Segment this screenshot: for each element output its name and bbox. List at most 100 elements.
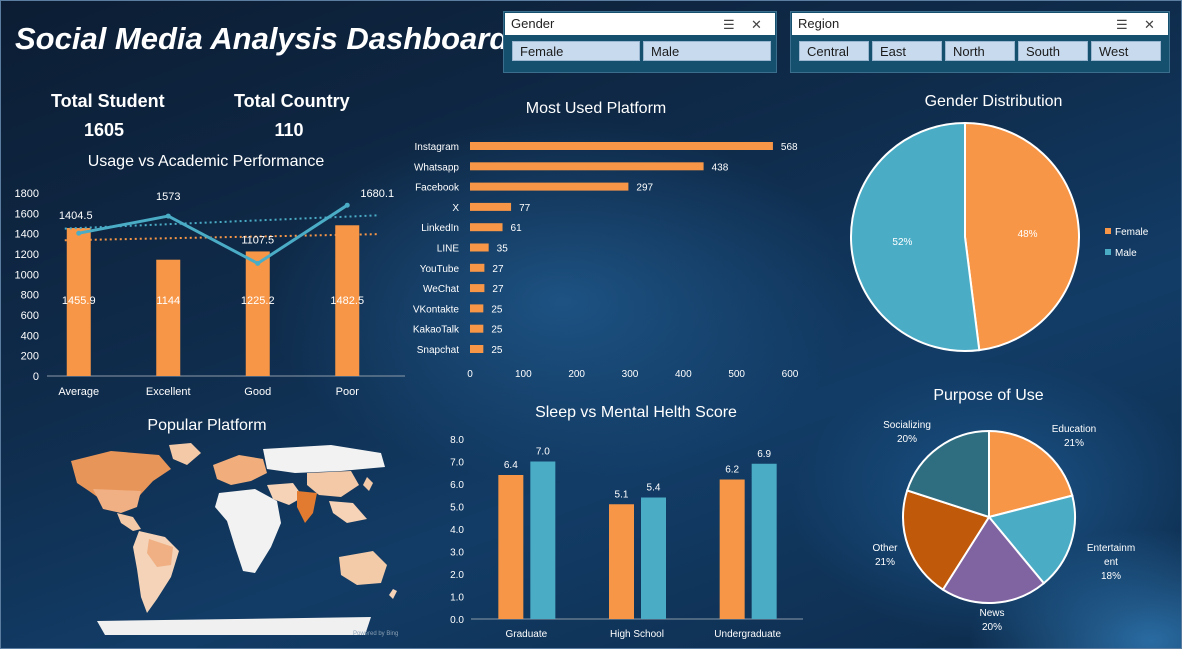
usage-bar: [156, 259, 181, 376]
usage-line-point: [344, 202, 350, 208]
region-option-south[interactable]: South: [1018, 41, 1088, 61]
platform-bar-label: 568: [781, 142, 798, 153]
total-student-value: 1605: [83, 120, 125, 140]
platform-xtick: 600: [782, 369, 799, 380]
usage-ytick: 1800: [15, 188, 39, 200]
usage-line-point: [255, 260, 261, 266]
map-antarctica: [97, 617, 371, 635]
usage-ytick: 400: [21, 330, 39, 342]
platform-xtick: 0: [467, 369, 473, 380]
clear-filter-icon[interactable]: ✕: [1144, 17, 1155, 33]
sleep-bar: [609, 504, 634, 619]
sleep-ytick: 6.0: [450, 480, 464, 491]
region-slicer-label: Region: [798, 16, 840, 31]
gender-chart: 48% 52% Female Male: [850, 121, 1149, 352]
usage-bar: [245, 251, 270, 376]
platform-xtick: 500: [728, 369, 745, 380]
map-se-asia: [329, 501, 367, 523]
usage-ytick: 1600: [15, 208, 39, 220]
sleep-bar: [530, 461, 556, 619]
platform-chart-title: Most Used Platform: [525, 100, 667, 117]
sleep-xtick: Graduate: [505, 629, 547, 640]
sleep-chart-title: Sleep vs Mental Helth Score: [535, 404, 737, 421]
sleep-ytick: 5.0: [450, 503, 464, 514]
platform-bar: [470, 142, 773, 150]
platform-bar: [470, 182, 629, 191]
region-slicer-header: Region ☰ ✕: [792, 13, 1168, 35]
usage-bar-label: 1144: [156, 295, 180, 307]
platform-category: KakaoTalk: [413, 325, 460, 336]
platform-chart: Instagram Whatsapp Facebook X LinkedIn LINE Yo…: [413, 142, 799, 380]
purpose-percent-label: 21%: [1064, 438, 1084, 449]
platform-bar-label: 61: [511, 223, 523, 234]
usage-line-label: 1573: [156, 191, 180, 203]
usage-line-point: [76, 230, 82, 236]
usage-ytick: 600: [21, 310, 39, 322]
region-option-central[interactable]: Central: [799, 41, 869, 61]
platform-xtick: 100: [515, 369, 532, 380]
sleep-ytick: 0.0: [450, 615, 464, 626]
gender-slicer-label: Gender: [511, 16, 555, 31]
gender-legend-swatch: [1105, 249, 1111, 255]
sleep-bar-label: 6.9: [757, 449, 771, 460]
region-option-west[interactable]: West: [1091, 41, 1161, 61]
sleep-chart: 0.0 1.0 2.0 3.0 4.0 5.0 6.0 7.0 8.0 Graduate High …: [450, 435, 803, 640]
platform-bar-label: 25: [491, 325, 503, 336]
map-new-zealand: [389, 589, 397, 599]
region-option-north[interactable]: North: [945, 41, 1015, 61]
platform-bar: [470, 243, 489, 252]
platform-category: WeChat: [423, 284, 459, 295]
purpose-category-label: News: [979, 608, 1004, 619]
platform-bar-label: 27: [492, 264, 504, 275]
region-option-east[interactable]: East: [872, 41, 942, 61]
gender-option-male[interactable]: Male: [643, 41, 771, 61]
usage-bar-label: 1455.9: [62, 295, 96, 307]
usage-line-label: 1680.1: [360, 188, 394, 200]
platform-bar-label: 297: [636, 183, 653, 194]
usage-ytick: 0: [33, 371, 39, 383]
platform-bar: [470, 263, 485, 272]
gender-chart-title: Gender Distribution: [924, 93, 1063, 110]
platform-category: Snapchat: [417, 345, 459, 356]
gender-slicer[interactable]: Gender ☰ ✕ Female Male: [503, 11, 777, 73]
purpose-percent-label: 20%: [897, 434, 917, 445]
gender-legend-label: Female: [1115, 227, 1149, 238]
usage-chart-title: Usage vs Academic Performance: [87, 153, 325, 170]
sleep-xtick: Undergraduate: [714, 629, 781, 640]
purpose-category-label: Education: [1052, 424, 1096, 435]
multi-select-icon[interactable]: ☰: [723, 17, 735, 33]
world-map: Powered by Bing: [71, 443, 398, 637]
region-slicer[interactable]: Region ☰ ✕ Central East North South West: [790, 11, 1170, 73]
gender-option-female[interactable]: Female: [512, 41, 640, 61]
sleep-ytick: 4.0: [450, 525, 464, 536]
purpose-percent-label: 21%: [875, 557, 895, 568]
usage-xtick: Excellent: [146, 386, 191, 398]
platform-bar-label: 25: [491, 345, 503, 356]
sleep-bar-label: 5.4: [647, 483, 661, 494]
platform-category: YouTube: [420, 264, 460, 275]
multi-select-icon[interactable]: ☰: [1116, 17, 1128, 33]
sleep-bar-label: 6.4: [504, 460, 518, 471]
sleep-bar: [641, 497, 666, 619]
usage-ytick: 1200: [15, 249, 39, 261]
platform-category: VKontakte: [413, 304, 460, 315]
platform-bar-label: 35: [497, 244, 509, 255]
platform-category: LINE: [437, 244, 460, 255]
usage-line-series: [78, 203, 349, 266]
map-russia: [263, 445, 385, 473]
platform-bar-label: 77: [519, 203, 531, 214]
sleep-ytick: 2.0: [450, 570, 464, 581]
platform-category: Whatsapp: [414, 162, 459, 173]
platform-category: LinkedIn: [421, 223, 459, 234]
total-country-label: Total Country: [234, 91, 350, 111]
clear-filter-icon[interactable]: ✕: [751, 17, 762, 33]
purpose-category-label: ent: [1104, 557, 1118, 568]
sleep-ytick: 7.0: [450, 458, 464, 469]
sleep-ytick: 3.0: [450, 548, 464, 559]
purpose-chart: Education 21% Entertainm ent 18% News 20% Other…: [872, 420, 1135, 633]
platform-bar: [470, 304, 484, 313]
sleep-bar-label: 6.2: [725, 465, 739, 476]
gender-slice: [850, 121, 981, 352]
platform-xtick: 300: [622, 369, 639, 380]
usage-chart: 0 200 400 600 800 1000 1200 1400 1600 1800 Average…: [15, 188, 405, 398]
